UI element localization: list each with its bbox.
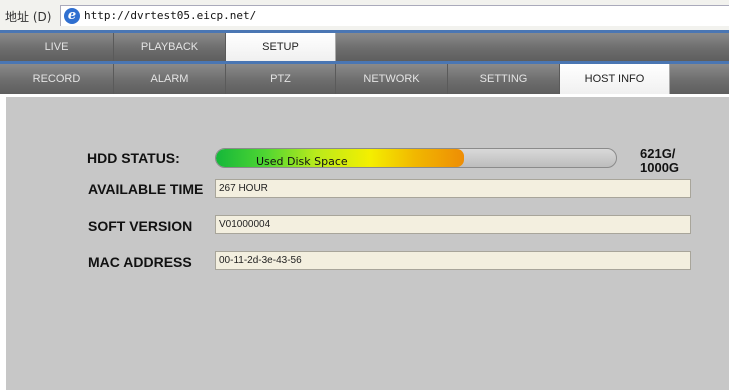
tab-setting[interactable]: SETTING <box>448 64 560 94</box>
tab-live[interactable]: LIVE <box>0 33 114 61</box>
host-info-panel <box>6 97 729 390</box>
address-url[interactable]: http://dvrtest05.eicp.net/ <box>84 9 256 22</box>
tab-playback[interactable]: PLAYBACK <box>114 33 226 61</box>
capacity-used: 621G/ <box>640 146 676 161</box>
tab-network[interactable]: NETWORK <box>336 64 448 94</box>
tab-live-label: LIVE <box>44 41 69 53</box>
hdd-status-label: HDD STATUS: <box>87 150 180 166</box>
tab-playback-label: PLAYBACK <box>140 41 199 53</box>
browser-page-icon: e <box>64 8 80 24</box>
tab-alarm-label: ALARM <box>150 73 189 85</box>
tab-network-label: NETWORK <box>363 73 420 85</box>
capacity-total: 1000G <box>640 160 680 175</box>
address-input[interactable]: e http://dvrtest05.eicp.net/ <box>60 5 729 26</box>
disk-usage-bar: Used Disk Space <box>215 148 617 168</box>
available-time-label: AVAILABLE TIME <box>88 181 204 197</box>
tab-record-label: RECORD <box>32 73 81 85</box>
soft-version-label: SOFT VERSION <box>88 218 193 234</box>
main-tab-bar: LIVE PLAYBACK SETUP <box>0 33 729 61</box>
tab-alarm[interactable]: ALARM <box>114 64 226 94</box>
mac-address-label: MAC ADDRESS <box>88 254 192 270</box>
tab-record[interactable]: RECORD <box>0 64 114 94</box>
available-time-field: 267 HOUR <box>215 179 691 198</box>
browser-address-bar: 地址 (D) e http://dvrtest05.eicp.net/ <box>0 0 729 31</box>
tab-setting-label: SETTING <box>479 73 528 85</box>
tab-host-info[interactable]: HOST INFO <box>560 64 670 94</box>
tab-setup[interactable]: SETUP <box>226 33 336 61</box>
address-label: 地址 (D) <box>5 10 52 24</box>
tab-ptz-label: PTZ <box>270 73 291 85</box>
mac-address-field: 00-11-2d-3e-43-56 <box>215 251 691 270</box>
disk-capacity: 621G/ 1000G <box>640 147 700 175</box>
soft-version-field: V01000004 <box>215 215 691 234</box>
tab-host-info-label: HOST INFO <box>584 73 645 85</box>
tab-ptz[interactable]: PTZ <box>226 64 336 94</box>
tab-setup-label: SETUP <box>262 41 299 53</box>
sub-tab-bar: RECORD ALARM PTZ NETWORK SETTING HOST IN… <box>0 64 729 94</box>
disk-usage-text: Used Disk Space <box>256 155 348 168</box>
